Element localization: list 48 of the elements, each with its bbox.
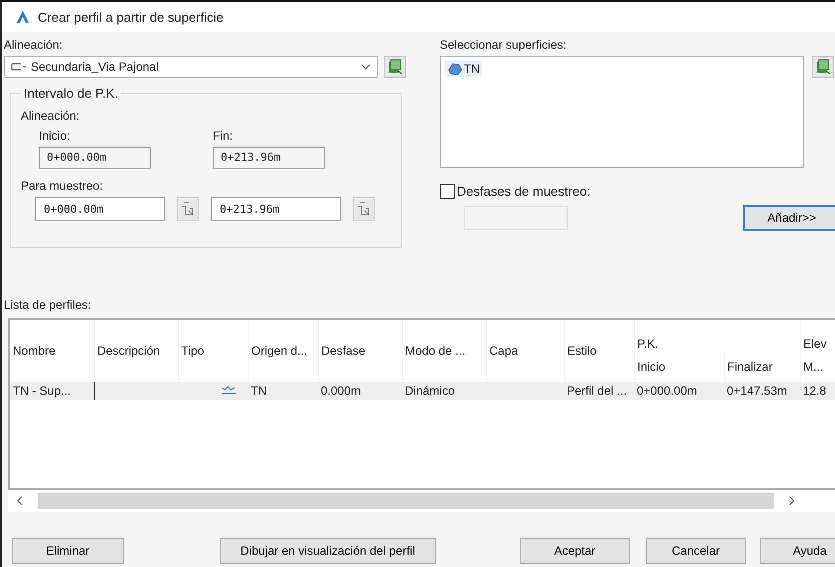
surface-item[interactable]: TN: [445, 61, 482, 77]
dialog-button[interactable]: Aceptar: [520, 538, 630, 564]
window-title: Crear perfil a partir de superficie: [38, 10, 224, 24]
end-station-field: 0+213.96m: [213, 147, 325, 169]
group-title: Intervalo de P.K.: [23, 86, 120, 101]
sampling-label: Para muestreo:: [21, 179, 104, 193]
dialog-button[interactable]: Cancelar: [646, 538, 746, 564]
scroll-thumb[interactable]: [38, 493, 774, 509]
scroll-right-icon[interactable]: [788, 496, 796, 506]
surfaces-label: Seleccionar superficies:: [440, 38, 568, 52]
column-header[interactable]: Elev: [800, 320, 835, 351]
alignment-label: Alineación:: [21, 109, 81, 123]
table-cell: 0+147.53m: [727, 384, 788, 398]
app-icon: [16, 10, 30, 24]
alignment-icon: [11, 62, 27, 72]
pick-station-button[interactable]: [177, 197, 199, 221]
scroll-left-icon[interactable]: [16, 496, 24, 506]
chevron-icon: [361, 64, 371, 70]
dialog-button[interactable]: Dibujar en visualización del perfil: [220, 538, 436, 564]
alignment-label: Alineación:: [4, 38, 64, 52]
table-cell: TN: [251, 384, 267, 398]
start-station-field: 0+000.00m: [39, 147, 151, 169]
sample-end-field[interactable]: 0+213.96m: [211, 197, 341, 221]
dialog-button[interactable]: Eliminar: [12, 538, 124, 564]
sample-start-field[interactable]: 0+000.00m: [35, 197, 165, 221]
table-cell: Perfil del ...: [567, 384, 628, 398]
profile-icon: [221, 385, 237, 395]
sample-offsets-checkbox[interactable]: [440, 184, 455, 199]
table-cell: Dinámico: [405, 384, 456, 398]
profile-list-label: Lista de perfiles:: [4, 298, 92, 312]
dialog-button[interactable]: Ayuda: [760, 538, 835, 564]
column-header[interactable]: P.K.: [634, 320, 800, 351]
table-cell: 0+000.00m: [637, 384, 698, 398]
add-button[interactable]: Añadir>>: [743, 205, 835, 231]
start-label: Inicio:: [39, 129, 72, 143]
table-cell: 12.8: [803, 384, 826, 398]
pick-station-button[interactable]: [353, 197, 375, 221]
pick-from-drawing-button[interactable]: [812, 56, 834, 78]
station-pick-icon: [357, 201, 371, 217]
sample-offsets-label: Desfases de muestreo:: [457, 184, 591, 199]
pick-from-drawing-button[interactable]: [384, 56, 406, 78]
end-label: Fin:: [213, 129, 234, 143]
horizontal-scrollbar[interactable]: [8, 490, 835, 512]
table-cell: 0.000m: [321, 384, 362, 398]
table-cell: TN - Sup...: [13, 384, 72, 398]
surface-icon: [447, 62, 463, 76]
station-pick-icon: [181, 201, 195, 217]
alignment-dropdown[interactable]: Secundaria_Via Pajonal: [4, 56, 378, 78]
